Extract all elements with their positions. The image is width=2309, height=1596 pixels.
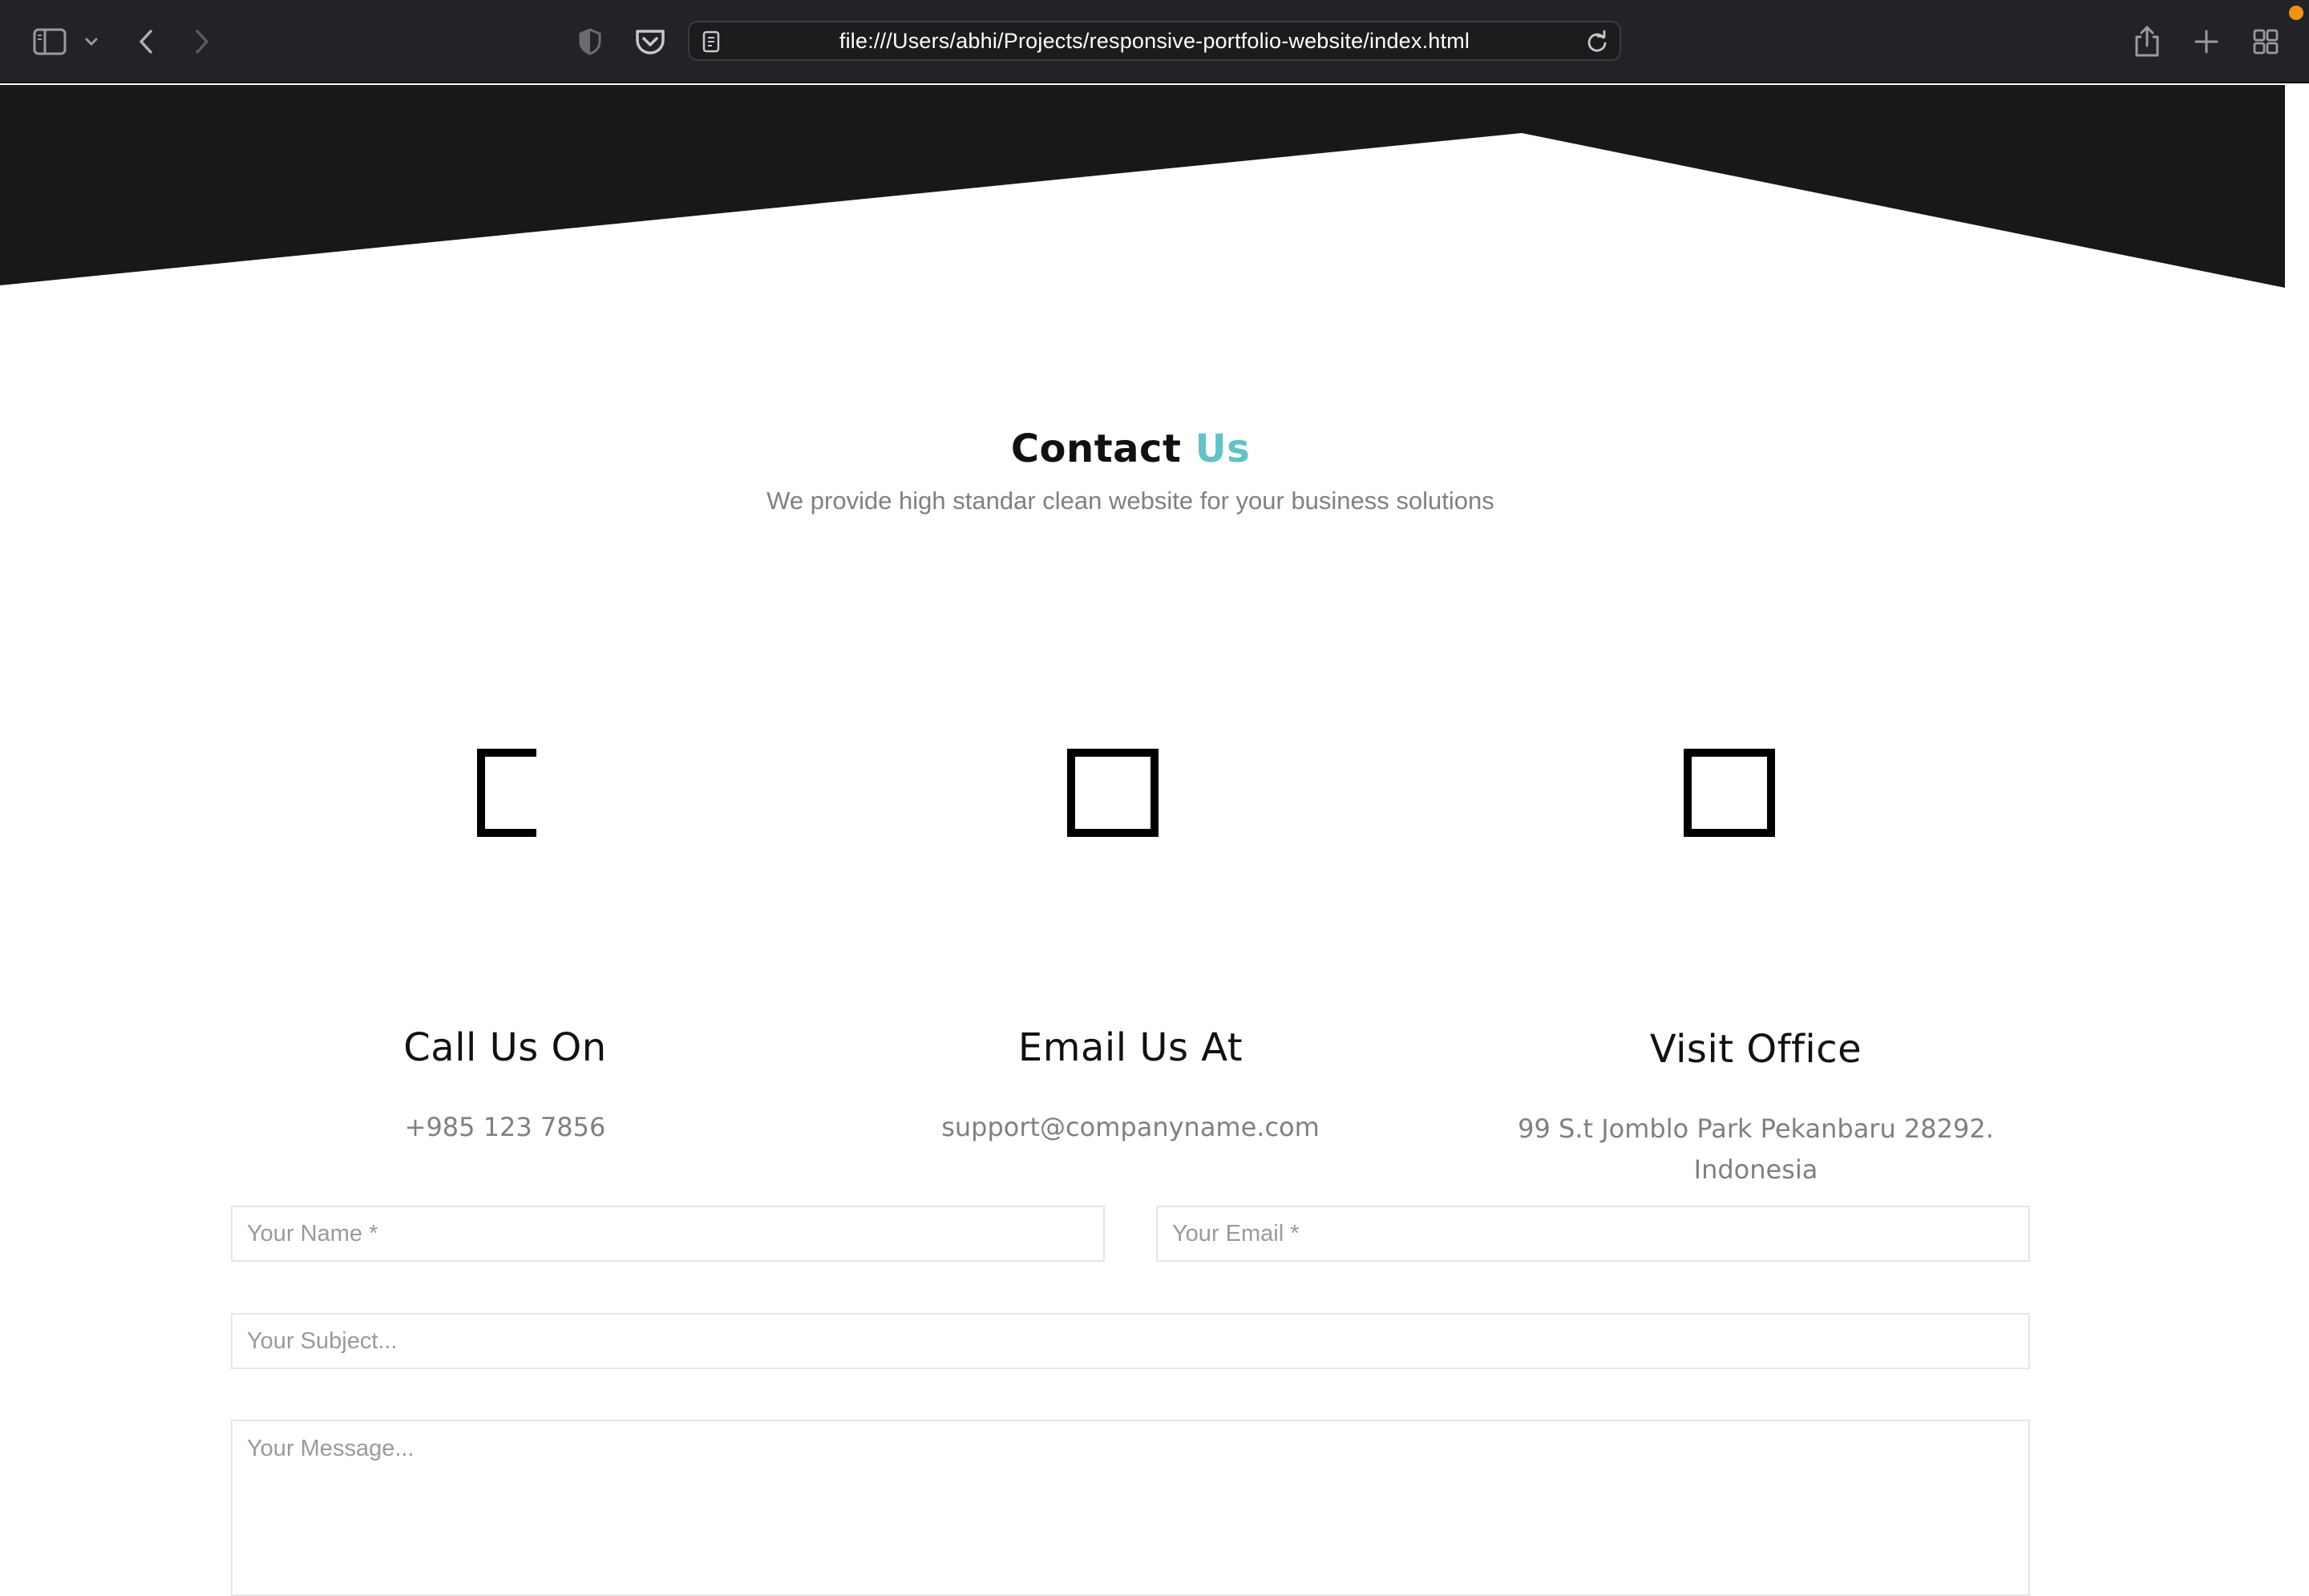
address-bar[interactable]: file:///Users/abhi/Projects/responsive-p… (688, 21, 1621, 61)
subject-field[interactable] (231, 1313, 2030, 1369)
email-field[interactable] (1156, 1206, 2030, 1262)
card-value: 99 S.t Jomblo Park Pekanbaru 28292. Indo… (1518, 1113, 1994, 1185)
contact-subtitle: We provide high standar clean website fo… (766, 487, 1494, 515)
location-icon (1684, 749, 1775, 837)
card-value[interactable]: support@companyname.com (850, 1107, 1411, 1148)
chevron-down-icon[interactable] (71, 21, 112, 63)
phone-icon (477, 749, 536, 837)
card-value: +985 123 7856 (404, 1112, 606, 1142)
back-icon[interactable] (125, 21, 167, 63)
web-page: Contact Us We provide high standar clean… (0, 85, 2285, 1596)
shield-icon[interactable] (569, 21, 611, 63)
card-title: Call Us On (403, 1025, 607, 1070)
tab-overview-icon[interactable] (2245, 21, 2287, 63)
browser-toolbar: file:///Users/abhi/Projects/responsive-p… (0, 0, 2309, 83)
card-title: Visit Office (1649, 1027, 1862, 1072)
email-icon (1067, 749, 1159, 837)
contact-title: Contact Us (0, 426, 2261, 471)
pocket-icon[interactable] (629, 21, 671, 63)
page-gutter (2285, 85, 2309, 1443)
forward-icon[interactable] (181, 21, 223, 63)
contact-title-main: Contact (1010, 426, 1182, 471)
notification-dot (2289, 6, 2303, 20)
name-field[interactable] (231, 1206, 1105, 1262)
share-icon[interactable] (2126, 21, 2168, 63)
message-field[interactable] (231, 1420, 2030, 1596)
new-tab-icon[interactable] (2186, 21, 2227, 63)
sidebar-icon[interactable] (29, 21, 71, 63)
hero-divider-shape (0, 85, 2285, 288)
reload-icon[interactable] (1586, 30, 1608, 58)
contact-title-accent: Us (1195, 426, 1251, 471)
url-text[interactable]: file:///Users/abhi/Projects/responsive-p… (689, 22, 1620, 59)
card-title: Email Us At (1017, 1025, 1243, 1070)
